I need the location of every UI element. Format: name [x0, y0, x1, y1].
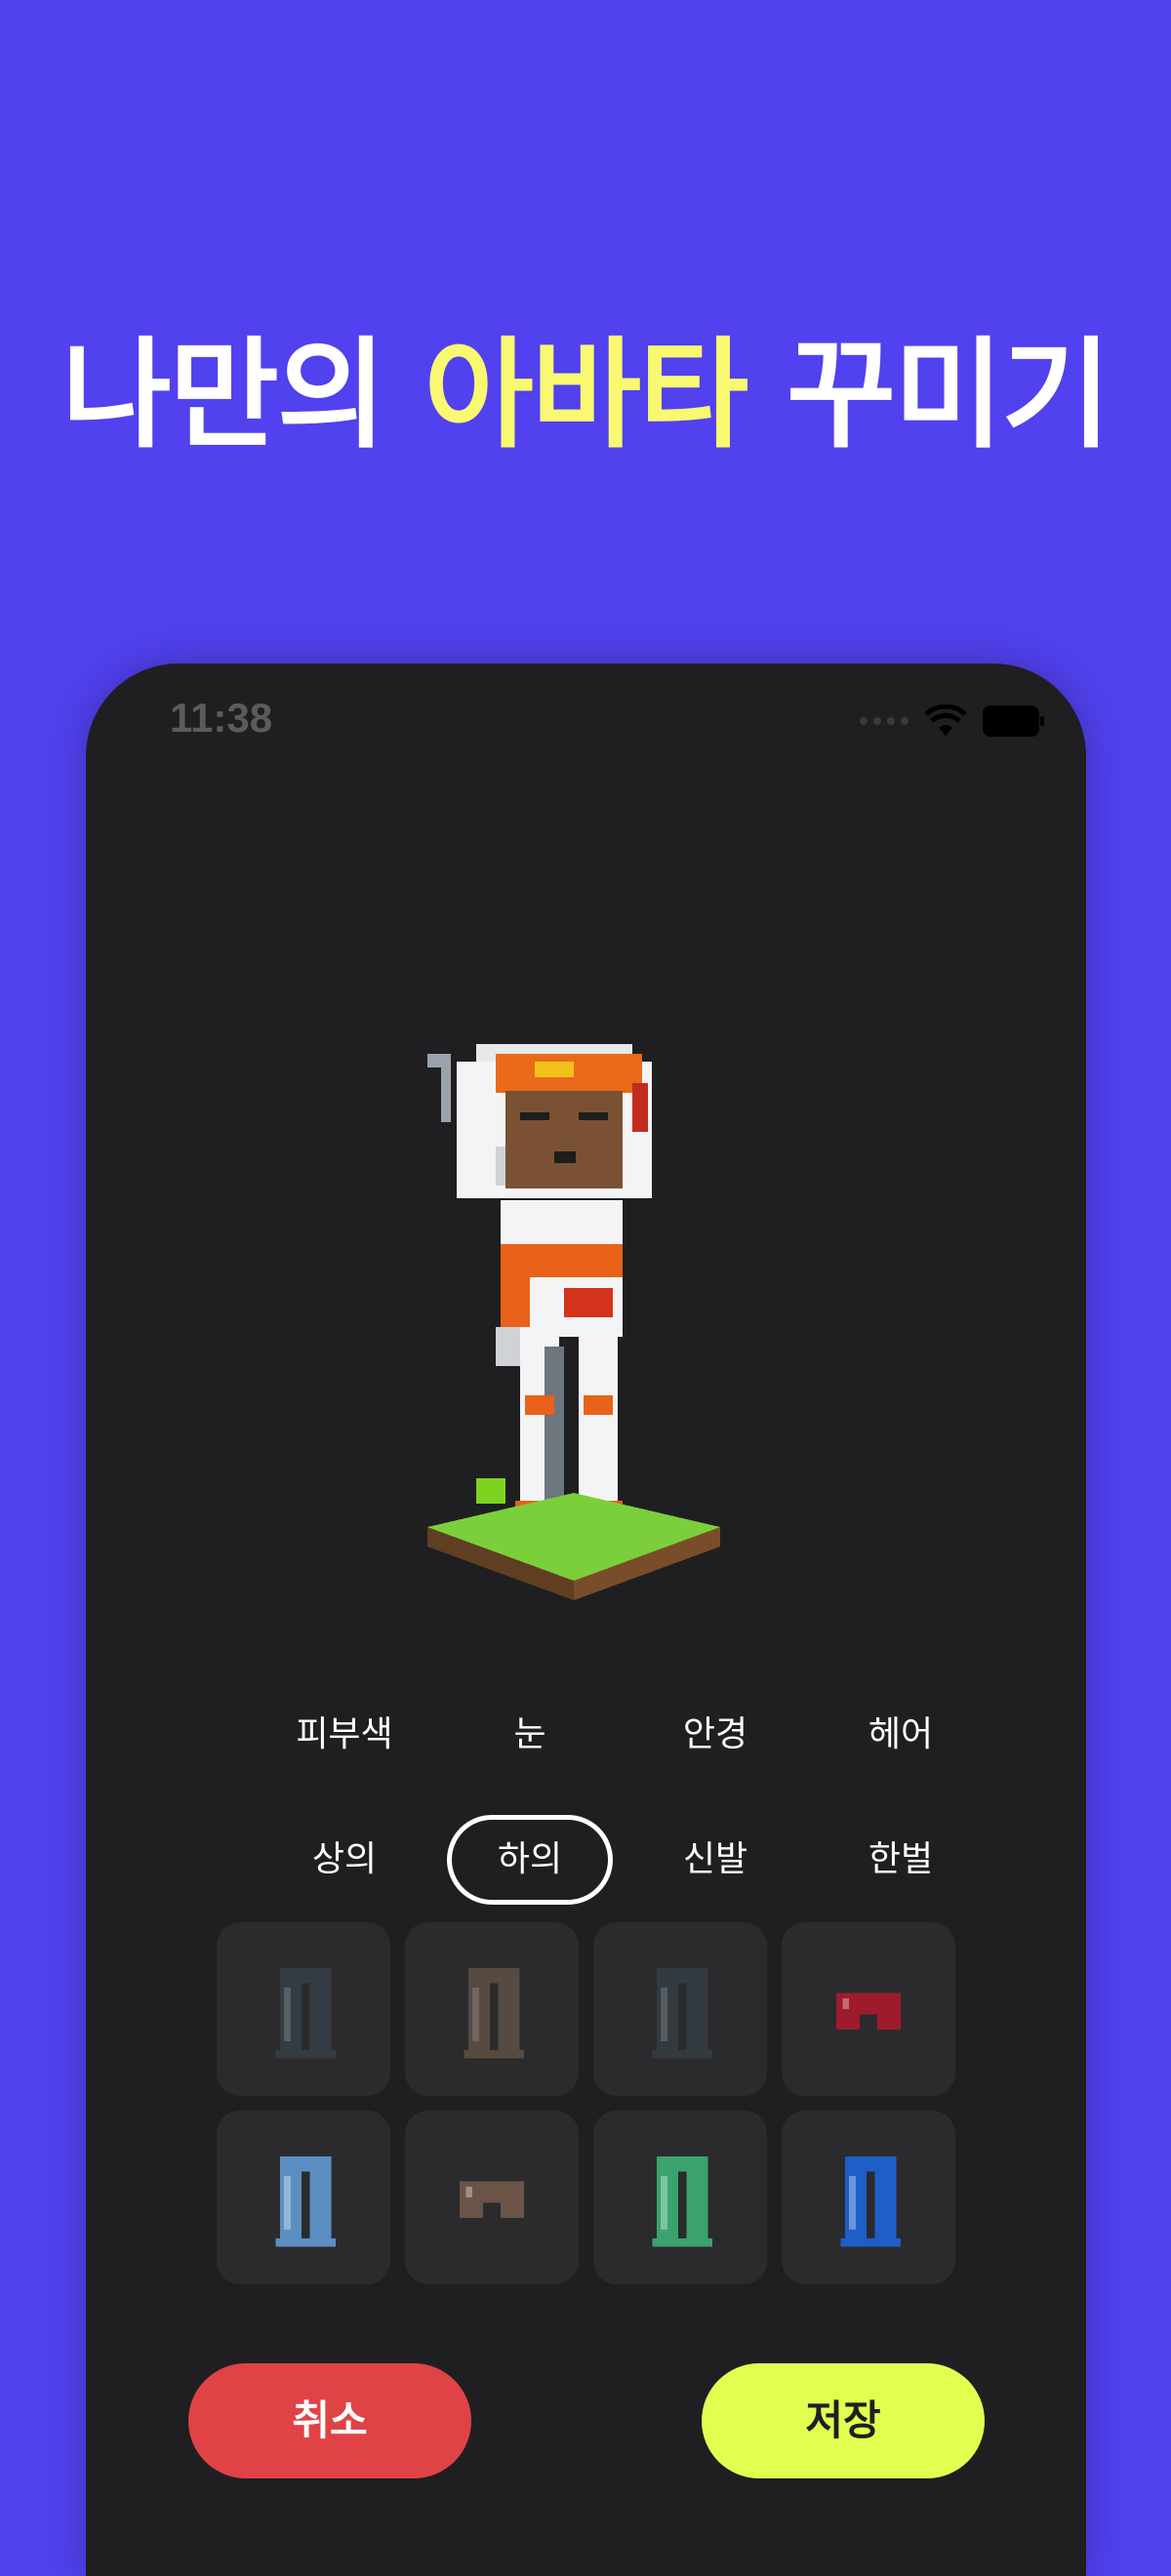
- avatar-preview: [427, 1044, 720, 1600]
- tab-hair[interactable]: 헤어: [818, 1690, 984, 1780]
- tab-glasses[interactable]: 안경: [632, 1690, 798, 1780]
- tab-skin-color[interactable]: 피부색: [262, 1690, 427, 1780]
- headline-suffix: 꾸미기: [747, 326, 1111, 464]
- shorts-red-icon: [836, 1992, 901, 2030]
- phone-frame: 11:38 피부색 눈 안경 헤어 상의 하의 신발 한벌 취소 저장: [86, 664, 1086, 2576]
- wifi-icon: [924, 704, 967, 736]
- item-cell[interactable]: [593, 2111, 767, 2284]
- tab-shoes[interactable]: 신발: [632, 1815, 798, 1905]
- pants-light-blue-icon: [275, 2156, 336, 2247]
- cancel-button[interactable]: 취소: [188, 2363, 471, 2478]
- item-cell[interactable]: [217, 2111, 390, 2284]
- pants-blue-icon: [840, 2156, 901, 2247]
- status-time: 11:38: [170, 695, 273, 741]
- tab-top[interactable]: 상의: [262, 1815, 427, 1905]
- pants-green-icon: [652, 2156, 712, 2247]
- headline: 나만의 아바타 꾸미기: [0, 322, 1171, 468]
- item-cell[interactable]: [405, 1922, 579, 2096]
- save-button[interactable]: 저장: [702, 2363, 985, 2478]
- item-cell[interactable]: [782, 2111, 955, 2284]
- tab-outfit[interactable]: 한벌: [818, 1815, 984, 1905]
- item-grid: [217, 1922, 955, 2284]
- category-row-2: 상의 하의 신발 한벌: [262, 1815, 984, 1905]
- battery-icon: [983, 705, 1044, 737]
- pants-dark-gray-icon: [275, 1968, 336, 2059]
- tab-eyes[interactable]: 눈: [447, 1690, 613, 1780]
- shorts-brown-icon: [460, 2181, 524, 2218]
- item-cell[interactable]: [405, 2111, 579, 2284]
- tab-bottom[interactable]: 하의: [447, 1815, 613, 1905]
- item-cell[interactable]: [217, 1922, 390, 2096]
- item-cell[interactable]: [782, 1922, 955, 2096]
- pants-tan-icon: [464, 1968, 524, 2059]
- headline-accent: 아바타: [424, 326, 749, 464]
- headline-prefix: 나만의: [61, 326, 424, 464]
- pants-slate-icon: [652, 1968, 712, 2059]
- item-cell[interactable]: [593, 1922, 767, 2096]
- status-icons: [860, 704, 1044, 738]
- category-row-1: 피부색 눈 안경 헤어: [262, 1690, 984, 1780]
- signal-dots-icon: [860, 717, 909, 725]
